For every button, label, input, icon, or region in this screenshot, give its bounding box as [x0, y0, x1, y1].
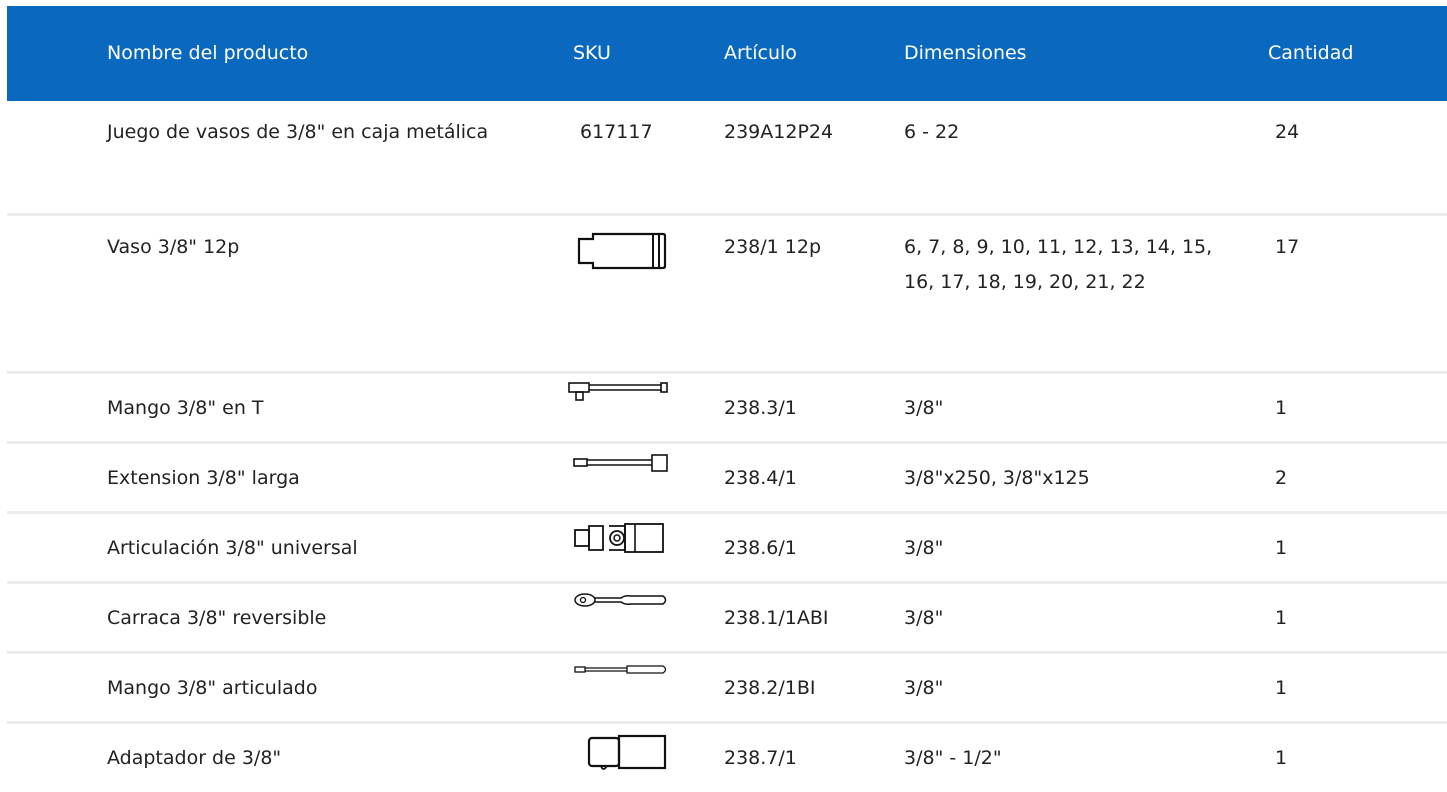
product-article: 238.6/1 [724, 537, 797, 559]
product-article: 238.3/1 [724, 397, 797, 419]
table-row: Mango 3/8" articulado 238.2/1BI 3/8" 1 [7, 654, 1447, 724]
product-name: Vaso 3/8" 12p [107, 236, 240, 258]
product-article: 239A12P24 [724, 121, 834, 143]
product-article: 238.1/1ABI [724, 607, 829, 629]
table-row: Adaptador de 3/8" 238.7/1 3/8" - 1/2" 1 [7, 724, 1447, 791]
product-dimensions: 3/8"x250, 3/8"x125 [904, 467, 1090, 489]
product-dimensions: 3/8" - 1/2" [904, 747, 1002, 769]
product-table: Nombre del producto SKU Artículo Dimensi… [7, 6, 1447, 791]
product-name: Articulación 3/8" universal [107, 537, 358, 559]
product-quantity: 17 [1275, 236, 1300, 258]
table-header: Nombre del producto SKU Artículo Dimensi… [7, 6, 1447, 101]
table-row: Articulación 3/8" universal 238.6/1 3/8"… [7, 514, 1447, 584]
t-handle-icon [567, 380, 669, 406]
product-name: Mango 3/8" articulado [107, 677, 318, 699]
product-article: 238.4/1 [724, 467, 797, 489]
product-dimensions: 6, 7, 8, 9, 10, 11, 12, 13, 14, 15, 16, … [904, 236, 1213, 293]
product-name: Mango 3/8" en T [107, 397, 264, 419]
ratchet-icon [573, 592, 671, 610]
header-quantity: Cantidad [1268, 42, 1354, 64]
table-row: Juego de vasos de 3/8" en caja metálica … [7, 101, 1447, 216]
product-quantity: 1 [1275, 677, 1288, 699]
product-name: Carraca 3/8" reversible [107, 607, 327, 629]
extension-bar-icon [572, 453, 672, 475]
product-dimensions: 3/8" [904, 607, 944, 629]
hinged-handle-icon [573, 663, 671, 677]
product-name: Juego de vasos de 3/8" en caja metálica [107, 121, 489, 143]
product-sku: 617117 [580, 121, 653, 143]
table-row: Extension 3/8" larga 238.4/1 3/8"x250, 3… [7, 444, 1447, 514]
header-dimensions: Dimensiones [904, 42, 1027, 64]
header-product-name: Nombre del producto [107, 42, 309, 64]
table-row: Vaso 3/8" 12p 238/1 12p 6, 7, 8, 9, 10, … [7, 216, 1447, 374]
header-sku: SKU [573, 42, 611, 64]
product-quantity: 1 [1275, 747, 1288, 769]
product-dimensions: 3/8" [904, 537, 944, 559]
product-name: Extension 3/8" larga [107, 467, 300, 489]
product-name: Adaptador de 3/8" [107, 747, 282, 769]
product-article: 238.2/1BI [724, 677, 816, 699]
socket-icon [577, 230, 669, 272]
product-quantity: 1 [1275, 397, 1288, 419]
adapter-icon [585, 734, 669, 774]
product-quantity: 1 [1275, 607, 1288, 629]
header-article: Artículo [724, 42, 797, 64]
product-quantity: 24 [1275, 121, 1300, 143]
product-quantity: 2 [1275, 467, 1288, 489]
table-row: Carraca 3/8" reversible 238.1/1ABI 3/8" … [7, 584, 1447, 654]
product-article: 238/1 12p [724, 236, 822, 258]
product-dimensions: 3/8" [904, 677, 944, 699]
product-dimensions: 6 - 22 [904, 121, 960, 143]
product-dimensions: 3/8" [904, 397, 944, 419]
table-row: Mango 3/8" en T 238.3/1 3/8" 1 [7, 374, 1447, 444]
universal-joint-icon [573, 521, 669, 555]
product-article: 238.7/1 [724, 747, 797, 769]
product-quantity: 1 [1275, 537, 1288, 559]
